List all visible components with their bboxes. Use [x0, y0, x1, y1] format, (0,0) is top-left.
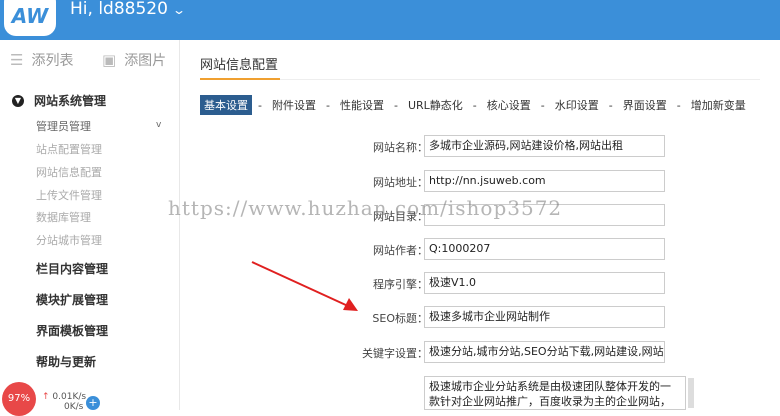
form-row: 网站名称： 多城市企业源码,网站建设价格,网站出租	[180, 135, 780, 157]
menu-label: 网站系统管理	[34, 94, 107, 108]
tab-interface[interactable]: 界面设置	[619, 95, 671, 115]
tab-bar: 基本设置 - 附件设置 - 性能设置 - URL静态化 - 核心设置 - 水印设置 - 界面…	[200, 95, 756, 115]
menu-help-update[interactable]: 帮助与更新	[36, 353, 96, 370]
chevron-down-icon: ⌄	[171, 3, 186, 17]
tab-url-static[interactable]: URL静态化	[404, 95, 467, 115]
net-speed: ↑ 0.01K/s 0K/s	[42, 392, 86, 412]
speed-value: 0.01K/s	[52, 392, 87, 402]
form-row: 网站目录：	[180, 204, 780, 226]
tab-performance[interactable]: 性能设置	[336, 95, 388, 115]
page-title: 网站信息配置	[200, 58, 279, 73]
user-menu[interactable]: Hi, ld88520 ⌄	[70, 0, 186, 19]
sidebar-item-upload[interactable]: 上传文件管理	[36, 187, 102, 203]
field-label: 网站地址：	[373, 176, 428, 189]
seo-title-input[interactable]: 极速多城市企业网站制作	[424, 306, 665, 328]
tab-separator: -	[540, 98, 545, 112]
tab-separator: -	[325, 98, 330, 112]
menu-system-admin[interactable]: ▼ 网站系统管理	[12, 92, 106, 109]
quick-link-image[interactable]: ▣ 添图片	[102, 50, 166, 70]
tab-separator: -	[393, 98, 398, 112]
sidebar-item-site-config[interactable]: 站点配置管理	[36, 141, 102, 157]
usage-percent: 97%	[2, 382, 36, 416]
image-icon: ▣	[102, 51, 117, 69]
sidebar: ☰ 添列表 ▣ 添图片 ▼ 网站系统管理 管理员管理 v 站点配置管理 网站信息配置 …	[0, 40, 180, 410]
chevron-circle-icon: ▼	[12, 94, 24, 107]
site-name-input[interactable]: 多城市企业源码,网站建设价格,网站出租	[424, 135, 665, 157]
quick-link-label: 添图片	[124, 53, 167, 69]
top-bar: AW Hi, ld88520 ⌄	[0, 0, 780, 40]
sidebar-item-site-info[interactable]: 网站信息配置	[36, 164, 102, 180]
arrow-up-icon: ↑	[42, 392, 50, 402]
tab-separator: -	[258, 98, 262, 112]
site-dir-input[interactable]	[424, 204, 665, 226]
description-textarea[interactable]: 极速城市企业分站系统是由极速团队整体开发的一款针对企业网站推广，百度收录为主的企…	[424, 376, 686, 410]
form-row: 关键字设置： 极速分站,城市分站,SEO分站下载,网站建设,网站推广	[180, 341, 780, 363]
quick-link-label: 添列表	[31, 53, 74, 69]
greeting-text: Hi, ld88520	[70, 0, 168, 19]
field-label: 网站作者：	[373, 244, 428, 257]
form-row: SEO标题： 极速多城市企业网站制作	[180, 306, 780, 328]
field-label: 关键字设置：	[362, 347, 428, 360]
title-underline	[200, 78, 280, 80]
list-icon: ☰	[10, 51, 24, 69]
divider	[200, 79, 760, 80]
menu-template[interactable]: 界面模板管理	[36, 322, 108, 339]
quick-link-list[interactable]: ☰ 添列表	[10, 50, 73, 70]
tab-add-variable[interactable]: 增加新变量	[687, 95, 750, 115]
sidebar-item-database[interactable]: 数据库管理	[36, 209, 91, 225]
form-row: 程序引擎： 极速V1.0	[180, 272, 780, 294]
sidebar-item-city[interactable]: 分站城市管理	[36, 232, 102, 248]
scrollbar[interactable]	[688, 378, 694, 408]
expand-marker: v	[156, 120, 162, 130]
main-content: 网站信息配置 基本设置 - 附件设置 - 性能设置 - URL静态化 - 核心设置 - 水…	[180, 40, 780, 410]
speed-value-2: 0K/s	[64, 402, 84, 412]
tab-core[interactable]: 核心设置	[483, 95, 535, 115]
tab-basic[interactable]: 基本设置	[200, 95, 252, 115]
logo: AW	[4, 0, 56, 36]
plus-icon[interactable]: +	[86, 396, 100, 410]
engine-input[interactable]: 极速V1.0	[424, 272, 665, 294]
site-author-input[interactable]: Q:1000207	[424, 238, 665, 260]
field-label: SEO标题：	[372, 312, 428, 325]
field-label: 网站名称：	[373, 141, 428, 154]
tab-separator: -	[676, 98, 681, 112]
field-label: 网站目录：	[373, 210, 428, 223]
tab-separator: -	[472, 98, 477, 112]
tab-attachment[interactable]: 附件设置	[268, 95, 320, 115]
field-label: 程序引擎：	[373, 278, 428, 291]
form-row: 网站作者： Q:1000207	[180, 238, 780, 260]
status-widget: 97% ↑ 0.01K/s 0K/s +	[0, 382, 180, 416]
menu-module-extend[interactable]: 模块扩展管理	[36, 291, 108, 308]
tab-separator: -	[608, 98, 613, 112]
tab-watermark[interactable]: 水印设置	[551, 95, 603, 115]
menu-column-content[interactable]: 栏目内容管理	[36, 260, 108, 277]
form-row: 网站地址： http://nn.jsuweb.com	[180, 170, 780, 192]
site-url-input[interactable]: http://nn.jsuweb.com	[424, 170, 665, 192]
sidebar-item-admin[interactable]: 管理员管理	[36, 118, 91, 134]
keywords-input[interactable]: 极速分站,城市分站,SEO分站下载,网站建设,网站推广	[424, 341, 665, 363]
